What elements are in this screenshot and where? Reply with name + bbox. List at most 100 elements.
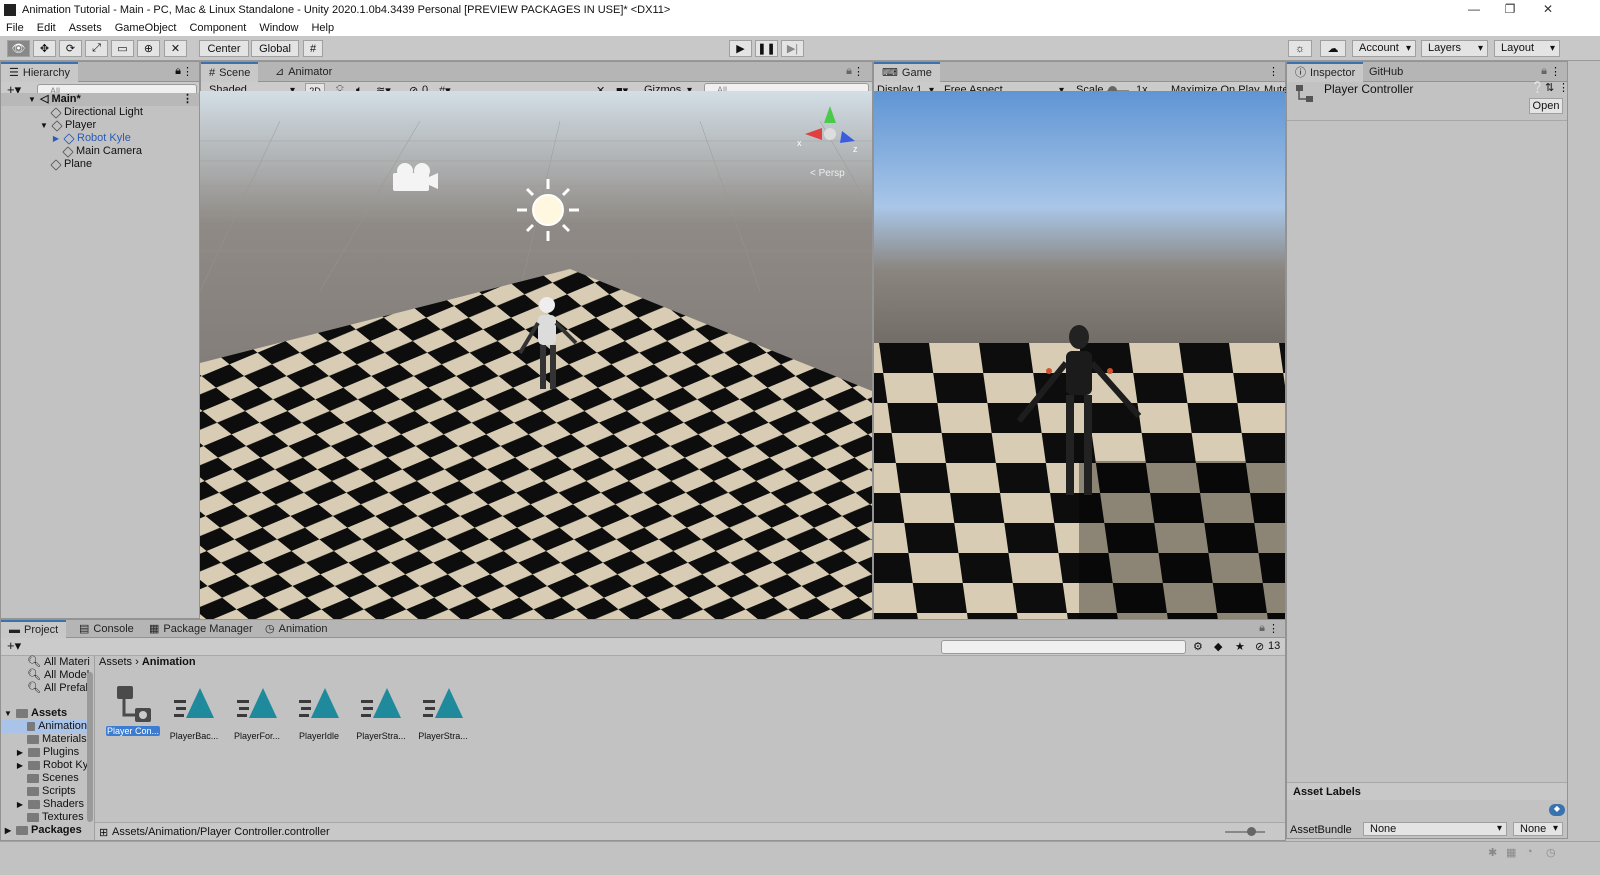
assetbundle-dropdown[interactable]: None: [1363, 822, 1507, 836]
folder-scripts[interactable]: Scripts: [27, 785, 76, 798]
camera-gizmo-icon[interactable]: [393, 163, 438, 191]
rect-tool-icon[interactable]: ▭: [111, 40, 134, 57]
hierarchy-item-plane[interactable]: Plane: [50, 158, 92, 171]
scene-row[interactable]: ▼ ◁ Main* ⋮: [1, 93, 199, 106]
folder-scenes[interactable]: Scenes: [27, 772, 79, 785]
progress-icon[interactable]: ◔: [1526, 846, 1533, 858]
create-icon[interactable]: +▾: [7, 638, 21, 654]
asset-player-forward[interactable]: PlayerFor...: [229, 684, 285, 741]
asset-player-backward[interactable]: PlayerBac...: [166, 684, 222, 741]
kebab-menu-icon[interactable]: ⋮: [1268, 65, 1279, 78]
folder-materials[interactable]: Materials: [27, 733, 87, 746]
hierarchy-item-main-camera[interactable]: Main Camera: [62, 145, 142, 158]
custom-tool-icon[interactable]: ✕: [164, 40, 187, 57]
expand-arrow-icon[interactable]: ▼: [3, 707, 13, 720]
open-button[interactable]: Open: [1529, 98, 1563, 114]
scene-viewport[interactable]: x z < Persp: [200, 91, 872, 619]
asset-player-controller[interactable]: Player Con...: [105, 684, 161, 736]
favorite-all-prefabs[interactable]: 🔍︎ All Prefab: [27, 682, 92, 695]
tab-hierarchy[interactable]: ☰ Hierarchy: [1, 62, 78, 82]
network-icon[interactable]: ▦: [1506, 846, 1516, 859]
restore-icon[interactable]: ❐: [1492, 0, 1528, 20]
account-dropdown[interactable]: Account: [1352, 40, 1416, 57]
menu-gameobject[interactable]: GameObject: [109, 22, 184, 34]
tab-package-manager[interactable]: ▦ Package Manager: [141, 620, 261, 638]
lock-icon[interactable]: 🔒︎: [1259, 622, 1265, 635]
folder-robot-kyle[interactable]: ▶ Robot Kyl: [15, 759, 91, 772]
breadcrumb-assets[interactable]: Assets: [99, 656, 132, 668]
icon-size-slider[interactable]: [1225, 831, 1265, 833]
tab-github[interactable]: GitHub: [1361, 62, 1411, 82]
tab-game[interactable]: ⌨ Game: [874, 62, 940, 82]
rotate-tool-icon[interactable]: ⟳: [59, 40, 82, 57]
kebab-menu-icon[interactable]: ⋮: [1550, 65, 1561, 78]
lock-icon[interactable]: 🔒︎: [175, 65, 181, 78]
hierarchy-item-robot-kyle[interactable]: ▶ Robot Kyle: [51, 132, 131, 145]
pivot-center-button[interactable]: Center: [199, 40, 249, 57]
inspector-menu-icon[interactable]: ⋮: [1558, 81, 1569, 94]
help-icon[interactable]: ❔: [1531, 81, 1545, 94]
close-icon[interactable]: ✕: [1530, 0, 1566, 20]
pivot-global-button[interactable]: Global: [251, 40, 299, 57]
breadcrumb-animation[interactable]: Animation: [142, 656, 196, 668]
search-by-type-icon[interactable]: ⚙: [1193, 640, 1203, 653]
transform-tool-icon[interactable]: ⊕: [137, 40, 160, 57]
asset-player-strafe-1[interactable]: PlayerStra...: [353, 684, 409, 741]
expand-arrow-icon[interactable]: ▶: [15, 759, 25, 772]
lock-icon[interactable]: 🔒︎: [1541, 65, 1547, 78]
game-viewport[interactable]: [874, 91, 1285, 619]
play-button[interactable]: ▶: [729, 40, 752, 57]
favorite-all-models[interactable]: 🔍︎ All Model: [27, 669, 89, 682]
menu-component[interactable]: Component: [183, 22, 253, 34]
tab-inspector[interactable]: ⓘ Inspector: [1287, 62, 1364, 82]
scene-menu-icon[interactable]: ⋮: [182, 93, 193, 106]
expand-arrow-icon[interactable]: ▶: [51, 132, 61, 145]
expand-arrow-icon[interactable]: ▼: [39, 119, 49, 132]
folder-shaders[interactable]: ▶ Shaders: [15, 798, 84, 811]
scale-tool-icon[interactable]: ⤢: [85, 40, 108, 57]
snap-grid-icon[interactable]: #: [303, 40, 323, 57]
collab-icon[interactable]: ☼: [1288, 40, 1312, 57]
tab-project[interactable]: ▬ Project: [1, 620, 67, 638]
expand-arrow-icon[interactable]: ▶: [15, 798, 25, 811]
tag-icon[interactable]: ◆: [1549, 804, 1565, 816]
menu-edit[interactable]: Edit: [31, 22, 63, 34]
expand-arrow-icon[interactable]: ▶: [15, 746, 25, 759]
folder-plugins[interactable]: ▶ Plugins: [15, 746, 79, 759]
packages-root-folder[interactable]: ▶ Packages: [3, 824, 82, 837]
pause-button[interactable]: ❚❚: [755, 40, 778, 57]
orientation-gizmo[interactable]: [805, 106, 855, 143]
hierarchy-item-player[interactable]: ▼ Player: [39, 119, 96, 132]
expand-arrow-icon[interactable]: ▶: [3, 824, 13, 837]
move-tool-icon[interactable]: ✥: [33, 40, 56, 57]
bug-icon[interactable]: ✱: [1488, 846, 1497, 859]
folder-textures[interactable]: Textures: [27, 811, 84, 824]
search-by-label-icon[interactable]: ◆: [1214, 640, 1222, 653]
menu-file[interactable]: File: [0, 22, 31, 34]
favorite-icon[interactable]: ★: [1235, 640, 1245, 653]
asset-player-strafe-2[interactable]: PlayerStra...: [415, 684, 471, 741]
assetbundle-variant-dropdown[interactable]: None: [1513, 822, 1563, 836]
tab-console[interactable]: ▤ Console: [71, 620, 142, 638]
assets-root-folder[interactable]: ▼ Assets: [3, 707, 67, 720]
kebab-menu-icon[interactable]: ⋮: [182, 65, 193, 78]
layout-dropdown[interactable]: Layout: [1494, 40, 1560, 57]
hierarchy-item-directional-light[interactable]: Directional Light: [50, 106, 143, 119]
menu-help[interactable]: Help: [305, 22, 341, 34]
asset-player-idle[interactable]: PlayerIdle: [291, 684, 347, 741]
minimize-icon[interactable]: —: [1456, 0, 1492, 20]
tab-animator[interactable]: ⊿ Animator: [267, 62, 340, 82]
project-search-input[interactable]: [941, 640, 1186, 654]
tab-animation[interactable]: ◷ Animation: [257, 620, 336, 638]
directional-light-icon[interactable]: [517, 179, 579, 241]
hidden-packages-icon[interactable]: ⊘: [1255, 640, 1264, 653]
cloud-icon[interactable]: ☁: [1320, 40, 1346, 57]
history-icon[interactable]: ◷: [1546, 846, 1556, 859]
expand-arrow-icon[interactable]: ▼: [27, 93, 37, 106]
persp-label[interactable]: < Persp: [810, 168, 845, 179]
menu-assets[interactable]: Assets: [63, 22, 109, 34]
menu-window[interactable]: Window: [253, 22, 305, 34]
lock-icon[interactable]: 🔒︎: [846, 65, 852, 78]
folder-tree-scrollbar[interactable]: [87, 672, 93, 822]
folder-animation[interactable]: Animation: [1, 720, 87, 733]
